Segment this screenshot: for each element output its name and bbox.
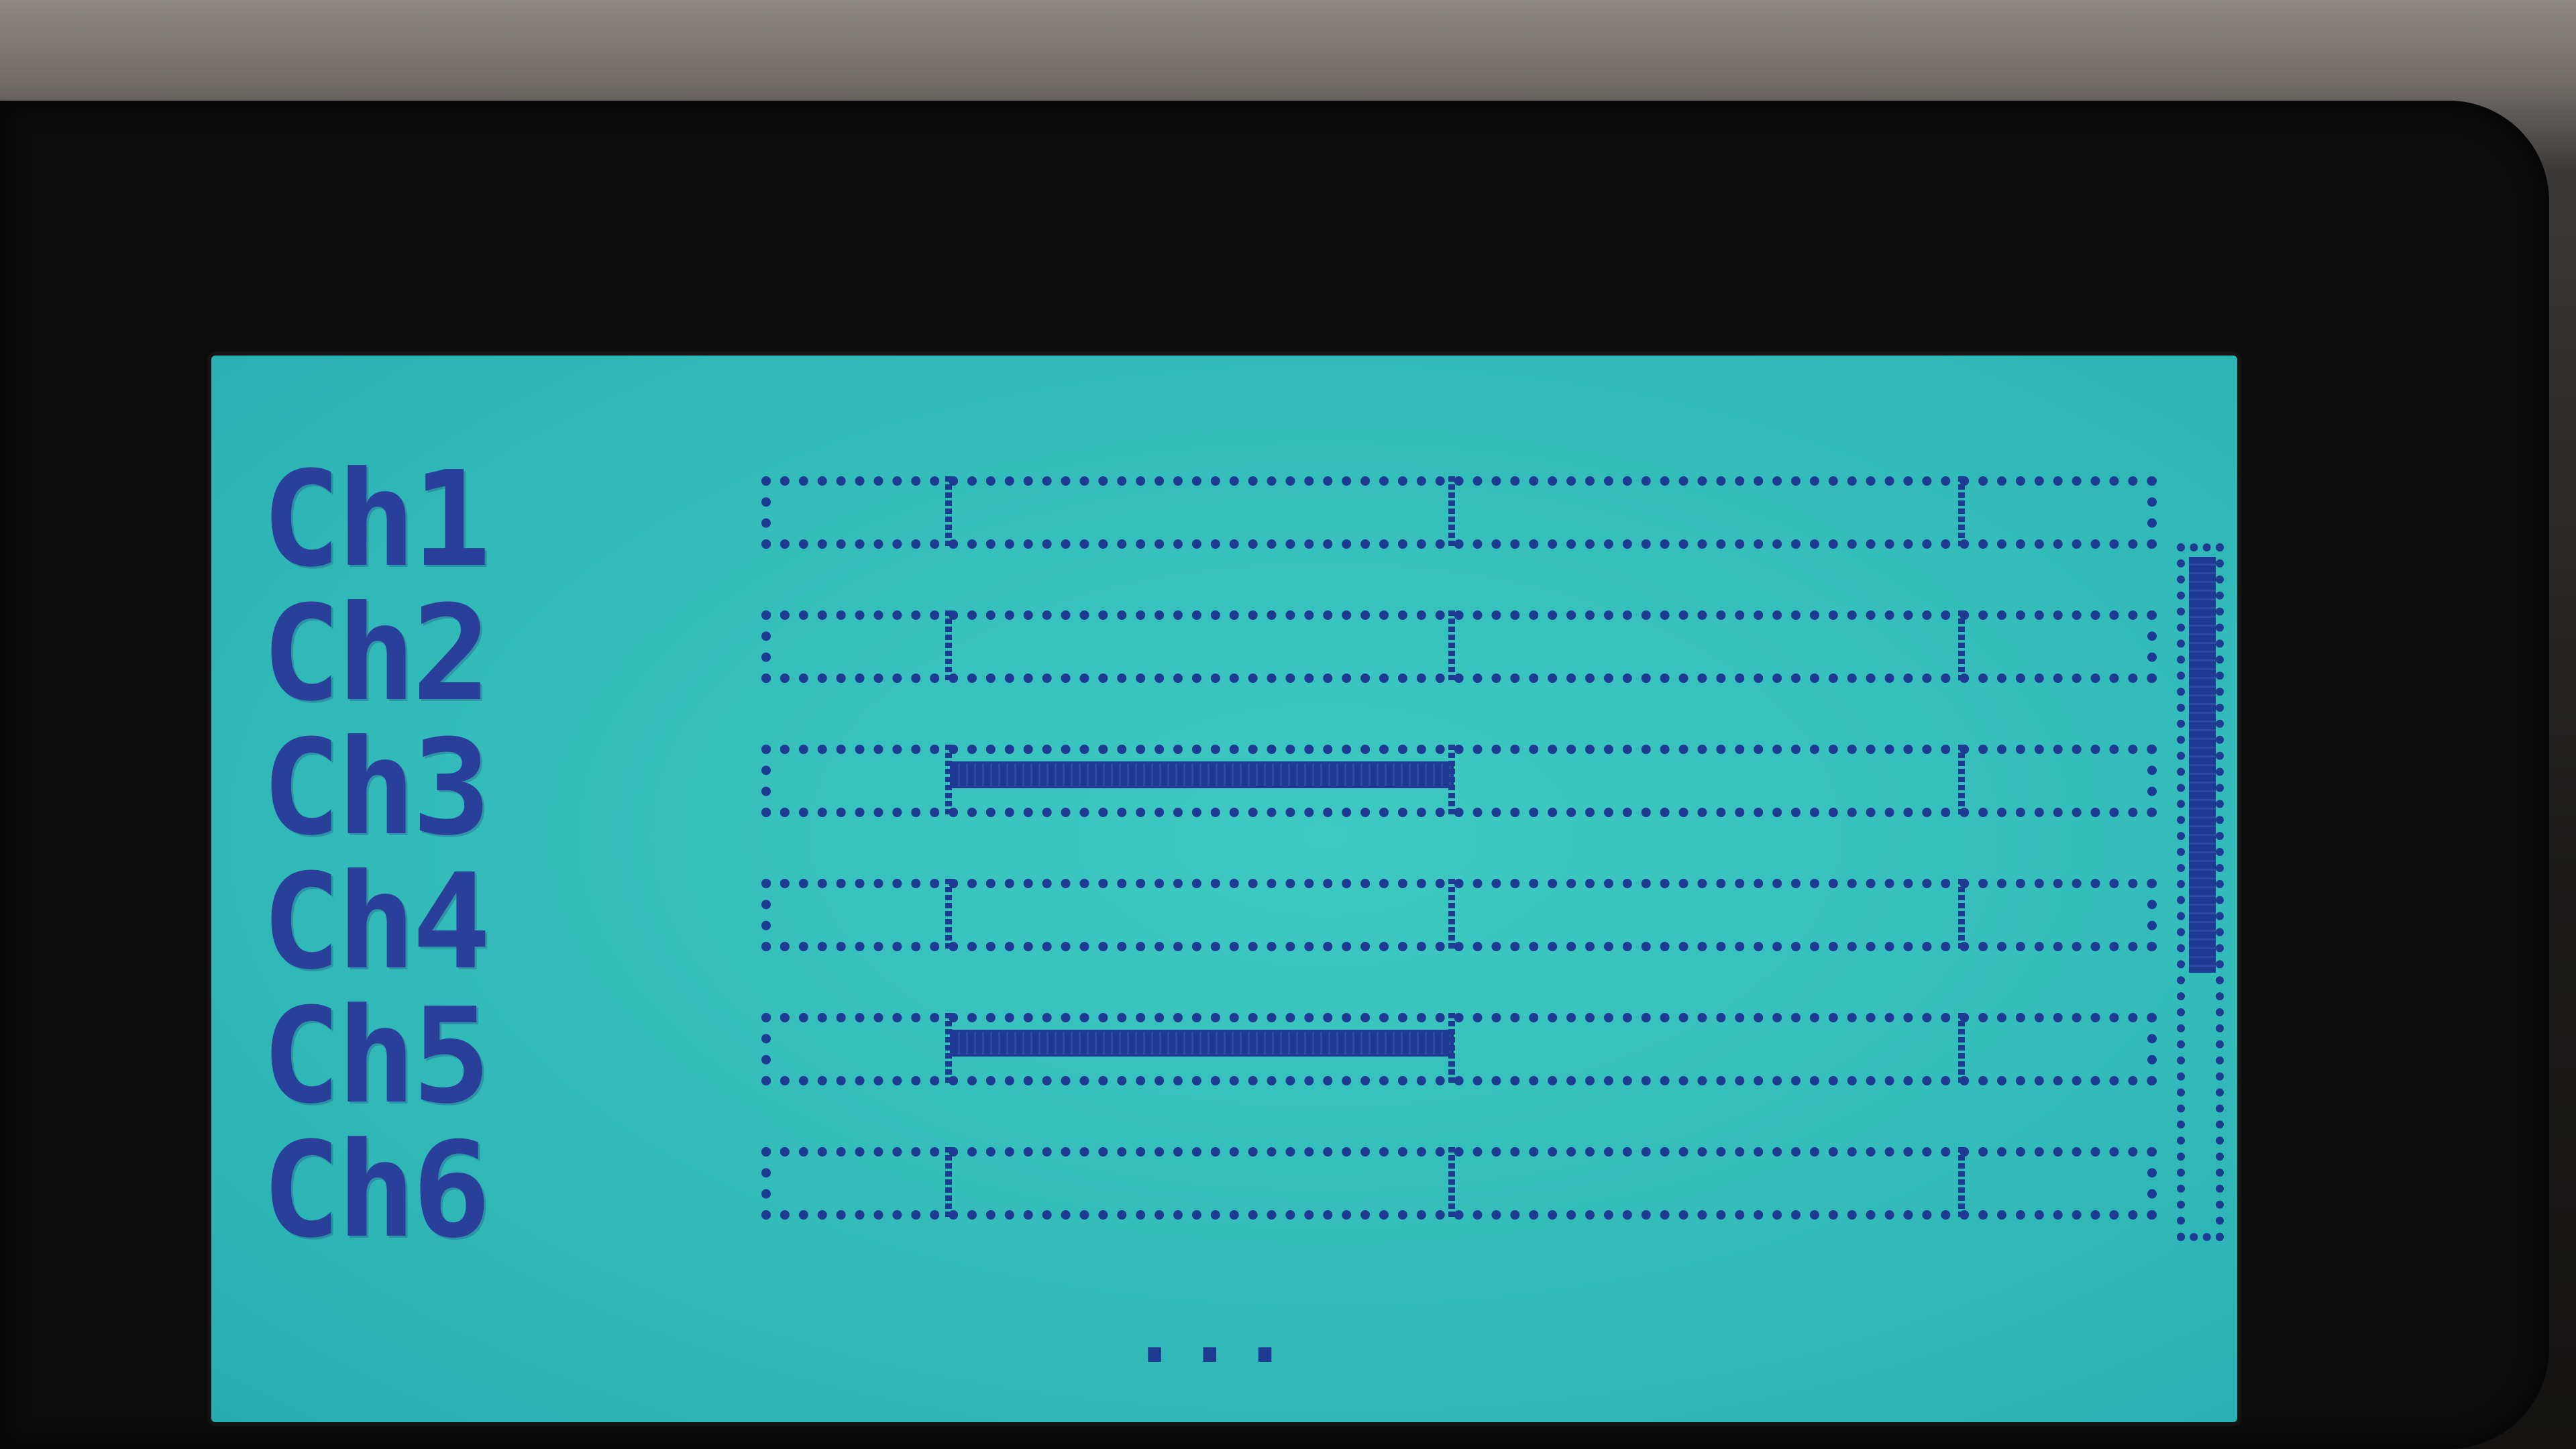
scrollbar-thumb[interactable] xyxy=(2189,557,2216,973)
bar-tick xyxy=(1448,879,1455,951)
channel-level-fill xyxy=(952,763,1452,786)
bar-tick xyxy=(945,1147,952,1220)
channel-row-5: Ch5 xyxy=(211,980,2237,1133)
channel-row-3: Ch3 xyxy=(211,712,2237,865)
channel-row-1: Ch1 xyxy=(211,443,2237,596)
channel-label: Ch5 xyxy=(262,980,491,1133)
bar-tick xyxy=(945,879,952,951)
bar-tick xyxy=(1448,1013,1455,1085)
channel-label: Ch1 xyxy=(262,443,491,596)
channel-bar xyxy=(761,610,2157,683)
channel-row-6: Ch6 xyxy=(211,1114,2237,1267)
lcd-screen: Ch1 Ch2 Ch3 Ch4 Ch5 Ch6 ... xyxy=(211,356,2237,1422)
bar-tick xyxy=(945,1013,952,1085)
channel-label: Ch4 xyxy=(262,846,491,999)
channel-level-fill xyxy=(952,1032,1452,1055)
bar-tick xyxy=(1958,610,1965,683)
bar-tick xyxy=(1958,745,1965,817)
bar-tick xyxy=(945,745,952,817)
bar-tick xyxy=(1958,879,1965,951)
bar-tick xyxy=(1448,476,1455,549)
bar-tick xyxy=(1958,1013,1965,1085)
bar-tick xyxy=(1448,610,1455,683)
bar-tick xyxy=(1958,476,1965,549)
channel-row-2: Ch2 xyxy=(211,578,2237,731)
channel-label: Ch3 xyxy=(262,712,491,865)
channel-row-4: Ch4 xyxy=(211,846,2237,999)
bar-tick xyxy=(1448,1147,1455,1220)
device-bezel: Ch1 Ch2 Ch3 Ch4 Ch5 Ch6 ... xyxy=(0,101,2549,1449)
channel-bar xyxy=(761,879,2157,951)
channel-label: Ch6 xyxy=(262,1114,491,1267)
channel-bar xyxy=(761,1013,2157,1085)
more-channels-indicator: ... xyxy=(1130,1288,1296,1381)
channel-bar xyxy=(761,1147,2157,1220)
bar-tick xyxy=(1448,745,1455,817)
bar-tick xyxy=(945,476,952,549)
channel-bar xyxy=(761,476,2157,549)
bar-tick xyxy=(945,610,952,683)
channel-bar xyxy=(761,745,2157,817)
channel-label: Ch2 xyxy=(262,578,491,731)
bar-tick xyxy=(1958,1147,1965,1220)
